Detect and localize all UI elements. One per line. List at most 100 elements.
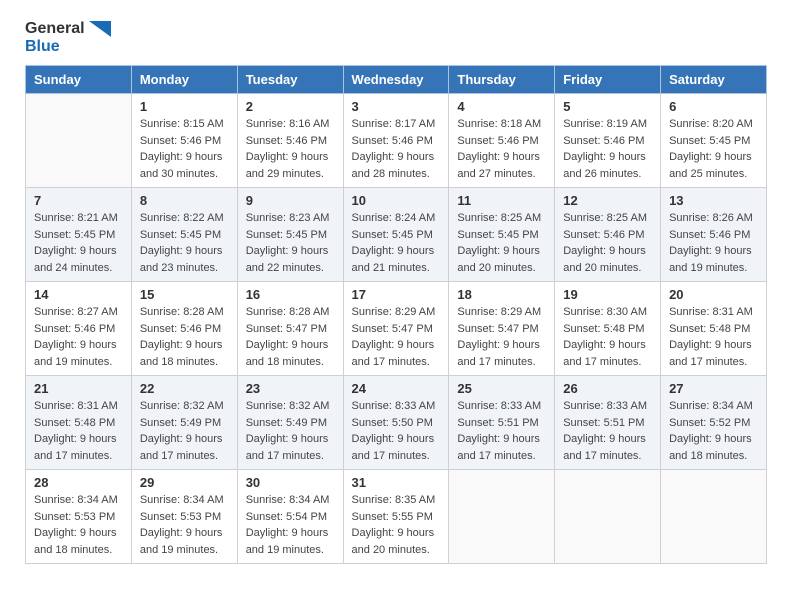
day-info: Sunrise: 8:24 AMSunset: 5:45 PMDaylight:… — [352, 210, 441, 276]
day-info: Sunrise: 8:21 AMSunset: 5:45 PMDaylight:… — [34, 210, 123, 276]
calendar-day-cell: 13 Sunrise: 8:26 AMSunset: 5:46 PMDayligh… — [661, 188, 767, 282]
calendar-day-cell — [26, 94, 132, 188]
day-number: 15 — [140, 287, 229, 302]
weekday-header-friday: Friday — [555, 66, 661, 94]
day-info: Sunrise: 8:29 AMSunset: 5:47 PMDaylight:… — [457, 304, 546, 370]
day-info: Sunrise: 8:32 AMSunset: 5:49 PMDaylight:… — [246, 398, 335, 464]
day-info: Sunrise: 8:30 AMSunset: 5:48 PMDaylight:… — [563, 304, 652, 370]
calendar-day-cell: 4 Sunrise: 8:18 AMSunset: 5:46 PMDaylight… — [449, 94, 555, 188]
calendar-day-cell: 3 Sunrise: 8:17 AMSunset: 5:46 PMDaylight… — [343, 94, 449, 188]
calendar-day-cell: 30 Sunrise: 8:34 AMSunset: 5:54 PMDayligh… — [237, 470, 343, 564]
calendar-day-cell: 10Sunrise: 8:24 AMSunset: 5:45 PMDayligh… — [343, 188, 449, 282]
day-number: 11 — [457, 193, 546, 208]
day-number: 12 — [563, 193, 652, 208]
day-number: 2 — [246, 99, 335, 114]
calendar-day-cell: 29 Sunrise: 8:34 AMSunset: 5:53 PMDayligh… — [131, 470, 237, 564]
day-number: 1 — [140, 99, 229, 114]
day-number: 26 — [563, 381, 652, 396]
calendar-week-row: 21Sunrise: 8:31 AMSunset: 5:48 PMDayligh… — [26, 376, 767, 470]
calendar-week-row: 28 Sunrise: 8:34 AMSunset: 5:53 PMDayligh… — [26, 470, 767, 564]
calendar-day-cell: 15 Sunrise: 8:28 AMSunset: 5:46 PMDayligh… — [131, 282, 237, 376]
calendar-day-cell: 12Sunrise: 8:25 AMSunset: 5:46 PMDayligh… — [555, 188, 661, 282]
calendar-day-cell: 21Sunrise: 8:31 AMSunset: 5:48 PMDayligh… — [26, 376, 132, 470]
weekday-header-monday: Monday — [131, 66, 237, 94]
calendar-day-cell: 26 Sunrise: 8:33 AMSunset: 5:51 PMDayligh… — [555, 376, 661, 470]
day-number: 31 — [352, 475, 441, 490]
day-number: 13 — [669, 193, 758, 208]
day-number: 17 — [352, 287, 441, 302]
day-number: 3 — [352, 99, 441, 114]
calendar-day-cell: 23Sunrise: 8:32 AMSunset: 5:49 PMDayligh… — [237, 376, 343, 470]
calendar-day-cell: 28 Sunrise: 8:34 AMSunset: 5:53 PMDayligh… — [26, 470, 132, 564]
day-info: Sunrise: 8:15 AMSunset: 5:46 PMDaylight:… — [140, 116, 229, 182]
weekday-header-wednesday: Wednesday — [343, 66, 449, 94]
day-number: 5 — [563, 99, 652, 114]
day-number: 16 — [246, 287, 335, 302]
day-info: Sunrise: 8:34 AMSunset: 5:53 PMDaylight:… — [34, 492, 123, 558]
day-info: Sunrise: 8:34 AMSunset: 5:52 PMDaylight:… — [669, 398, 758, 464]
calendar-day-cell — [661, 470, 767, 564]
day-info: Sunrise: 8:33 AMSunset: 5:51 PMDaylight:… — [457, 398, 546, 464]
day-info: Sunrise: 8:34 AMSunset: 5:54 PMDaylight:… — [246, 492, 335, 558]
day-number: 8 — [140, 193, 229, 208]
day-number: 7 — [34, 193, 123, 208]
day-info: Sunrise: 8:19 AMSunset: 5:46 PMDaylight:… — [563, 116, 652, 182]
header: General Blue — [10, 10, 782, 60]
calendar-day-cell: 9 Sunrise: 8:23 AMSunset: 5:45 PMDaylight… — [237, 188, 343, 282]
day-info: Sunrise: 8:16 AMSunset: 5:46 PMDaylight:… — [246, 116, 335, 182]
weekday-header-row: SundayMondayTuesdayWednesdayThursdayFrid… — [26, 66, 767, 94]
day-number: 28 — [34, 475, 123, 490]
day-info: Sunrise: 8:25 AMSunset: 5:45 PMDaylight:… — [457, 210, 546, 276]
day-number: 9 — [246, 193, 335, 208]
weekday-header-saturday: Saturday — [661, 66, 767, 94]
day-number: 22 — [140, 381, 229, 396]
day-info: Sunrise: 8:34 AMSunset: 5:53 PMDaylight:… — [140, 492, 229, 558]
calendar-day-cell: 8 Sunrise: 8:22 AMSunset: 5:45 PMDaylight… — [131, 188, 237, 282]
calendar-week-row: 14 Sunrise: 8:27 AMSunset: 5:46 PMDayligh… — [26, 282, 767, 376]
day-number: 27 — [669, 381, 758, 396]
weekday-header-thursday: Thursday — [449, 66, 555, 94]
day-info: Sunrise: 8:28 AMSunset: 5:46 PMDaylight:… — [140, 304, 229, 370]
calendar-day-cell: 2 Sunrise: 8:16 AMSunset: 5:46 PMDaylight… — [237, 94, 343, 188]
calendar-day-cell: 14 Sunrise: 8:27 AMSunset: 5:46 PMDayligh… — [26, 282, 132, 376]
day-number: 6 — [669, 99, 758, 114]
calendar-day-cell: 6 Sunrise: 8:20 AMSunset: 5:45 PMDaylight… — [661, 94, 767, 188]
day-info: Sunrise: 8:20 AMSunset: 5:45 PMDaylight:… — [669, 116, 758, 182]
day-info: Sunrise: 8:28 AMSunset: 5:47 PMDaylight:… — [246, 304, 335, 370]
calendar-day-cell: 5 Sunrise: 8:19 AMSunset: 5:46 PMDaylight… — [555, 94, 661, 188]
day-number: 18 — [457, 287, 546, 302]
weekday-header-sunday: Sunday — [26, 66, 132, 94]
day-info: Sunrise: 8:33 AMSunset: 5:50 PMDaylight:… — [352, 398, 441, 464]
day-info: Sunrise: 8:17 AMSunset: 5:46 PMDaylight:… — [352, 116, 441, 182]
calendar-day-cell: 24Sunrise: 8:33 AMSunset: 5:50 PMDayligh… — [343, 376, 449, 470]
day-info: Sunrise: 8:33 AMSunset: 5:51 PMDaylight:… — [563, 398, 652, 464]
calendar-week-row: 1 Sunrise: 8:15 AMSunset: 5:46 PMDaylight… — [26, 94, 767, 188]
logo: General Blue — [25, 20, 111, 55]
calendar-day-cell — [555, 470, 661, 564]
day-number: 29 — [140, 475, 229, 490]
day-info: Sunrise: 8:31 AMSunset: 5:48 PMDaylight:… — [669, 304, 758, 370]
day-number: 14 — [34, 287, 123, 302]
calendar-day-cell: 17 Sunrise: 8:29 AMSunset: 5:47 PMDayligh… — [343, 282, 449, 376]
day-info: Sunrise: 8:27 AMSunset: 5:46 PMDaylight:… — [34, 304, 123, 370]
day-info: Sunrise: 8:29 AMSunset: 5:47 PMDaylight:… — [352, 304, 441, 370]
calendar-day-cell: 19 Sunrise: 8:30 AMSunset: 5:48 PMDayligh… — [555, 282, 661, 376]
day-info: Sunrise: 8:32 AMSunset: 5:49 PMDaylight:… — [140, 398, 229, 464]
day-number: 20 — [669, 287, 758, 302]
calendar-day-cell: 31Sunrise: 8:35 AMSunset: 5:55 PMDayligh… — [343, 470, 449, 564]
calendar-week-row: 7 Sunrise: 8:21 AMSunset: 5:45 PMDaylight… — [26, 188, 767, 282]
calendar-day-cell: 11 Sunrise: 8:25 AMSunset: 5:45 PMDayligh… — [449, 188, 555, 282]
day-number: 4 — [457, 99, 546, 114]
day-info: Sunrise: 8:22 AMSunset: 5:45 PMDaylight:… — [140, 210, 229, 276]
calendar-day-cell: 16 Sunrise: 8:28 AMSunset: 5:47 PMDayligh… — [237, 282, 343, 376]
day-info: Sunrise: 8:26 AMSunset: 5:46 PMDaylight:… — [669, 210, 758, 276]
calendar-table: SundayMondayTuesdayWednesdayThursdayFrid… — [25, 65, 767, 564]
calendar-day-cell: 1 Sunrise: 8:15 AMSunset: 5:46 PMDaylight… — [131, 94, 237, 188]
day-number: 30 — [246, 475, 335, 490]
day-info: Sunrise: 8:23 AMSunset: 5:45 PMDaylight:… — [246, 210, 335, 276]
day-info: Sunrise: 8:18 AMSunset: 5:46 PMDaylight:… — [457, 116, 546, 182]
day-number: 19 — [563, 287, 652, 302]
calendar-day-cell: 27 Sunrise: 8:34 AMSunset: 5:52 PMDayligh… — [661, 376, 767, 470]
calendar-day-cell: 20 Sunrise: 8:31 AMSunset: 5:48 PMDayligh… — [661, 282, 767, 376]
calendar-day-cell: 7 Sunrise: 8:21 AMSunset: 5:45 PMDaylight… — [26, 188, 132, 282]
